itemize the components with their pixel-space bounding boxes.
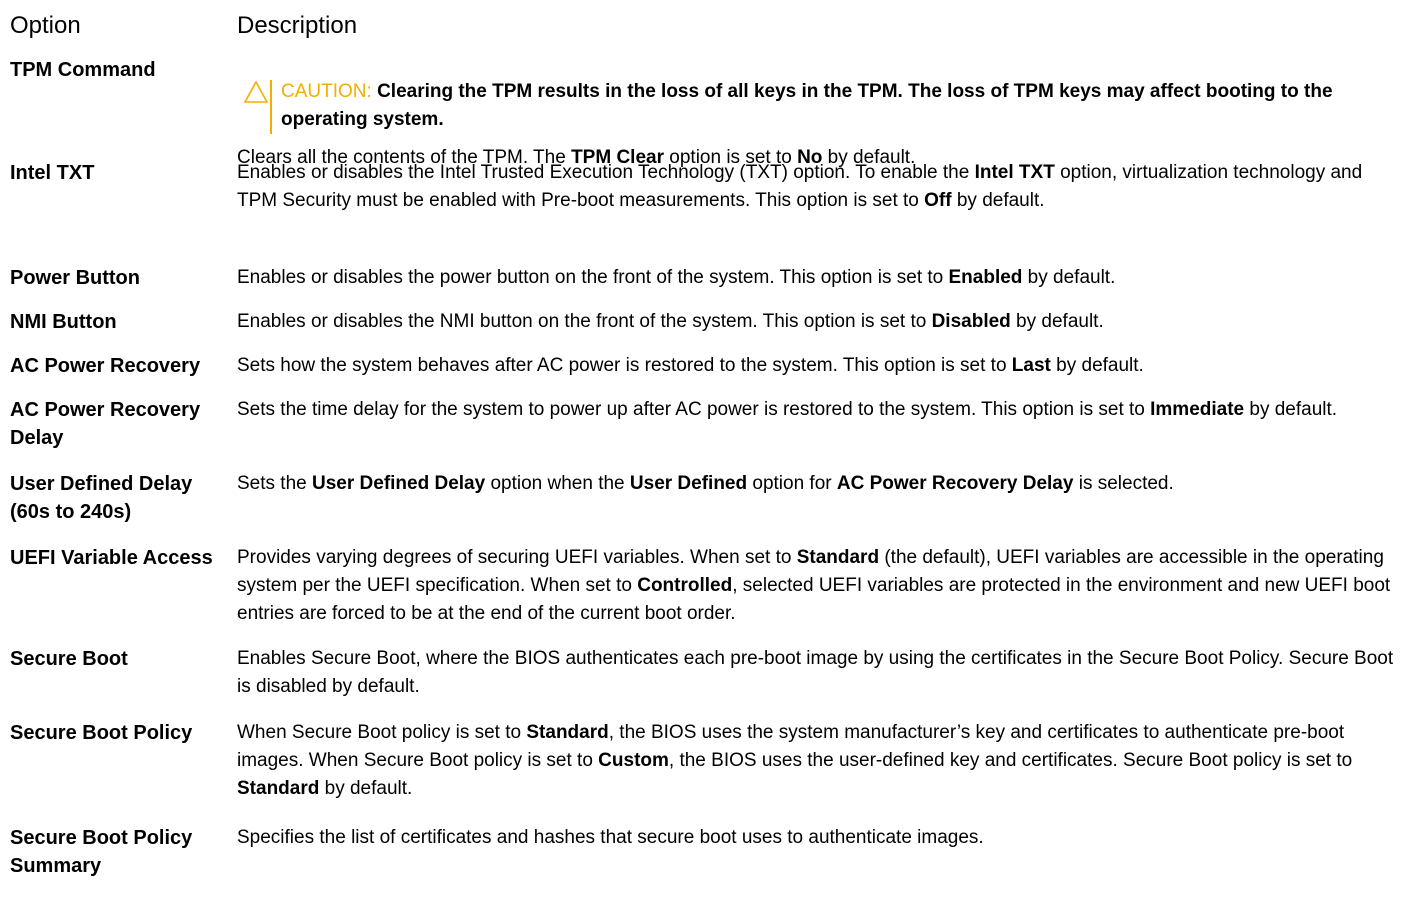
caution-note: CAUTION: Clearing the TPM results in the… — [237, 78, 1395, 134]
option-name: AC Power Recovery Delay — [10, 399, 201, 449]
option-name: TPM Command — [10, 59, 156, 81]
table-row-secure-boot: Secure Boot Enables Secure Boot, where t… — [10, 645, 1395, 719]
table-row-tpm-command: TPM Command CAUTION: Clearing the TPM re… — [10, 56, 1395, 168]
text-run: by default. — [1244, 399, 1338, 420]
bios-settings-page: Option Description TPM Command CAUTION: … — [0, 0, 1405, 911]
option-description: Provides varying degrees of securing UEF… — [237, 544, 1395, 628]
text-run: option for — [747, 473, 837, 494]
text-run: When Secure Boot policy is set to — [237, 722, 527, 743]
text-run: Sets the time delay for the system to po… — [237, 399, 1151, 420]
description-column-header: Description — [237, 12, 358, 39]
text-run: by default. — [319, 778, 413, 799]
option-description: When Secure Boot policy is set to Standa… — [237, 719, 1395, 803]
option-description: Sets how the system behaves after AC pow… — [237, 352, 1395, 380]
option-description: Sets the User Defined Delay option when … — [237, 470, 1395, 498]
table-row-ac-power-recovery: AC Power Recovery Sets how the system be… — [10, 352, 1395, 396]
text-run: option when the — [485, 473, 630, 494]
table-header: Option Description — [10, 8, 1395, 44]
bold-term: Controlled — [637, 575, 733, 596]
table-row-secure-boot-policy: Secure Boot Policy When Secure Boot poli… — [10, 719, 1395, 824]
caution-icon — [243, 80, 269, 103]
option-name: UEFI Variable Access — [10, 547, 213, 569]
option-name: Intel TXT — [10, 162, 95, 184]
bold-term: Off — [924, 190, 952, 211]
bold-term: User Defined Delay — [312, 473, 486, 494]
bold-term: Standard — [237, 778, 320, 799]
table-row-user-defined-delay: User Defined Delay (60s to 240s) Sets th… — [10, 470, 1395, 544]
option-name: Secure Boot Policy Summary — [10, 827, 193, 877]
table-row-power-button: Power Button Enables or disables the pow… — [10, 264, 1395, 308]
text-run: Specifies the list of certificates and h… — [237, 827, 984, 848]
caution-label: CAUTION: — [281, 81, 372, 102]
caution-text: Clearing the TPM results in the loss of … — [281, 81, 1333, 130]
text-run: Enables Secure Boot, where the BIOS auth… — [237, 648, 1394, 697]
text-run: Enables or disables the NMI button on th… — [237, 311, 932, 332]
table-row-nmi-button: NMI Button Enables or disables the NMI b… — [10, 308, 1395, 352]
table-row-secure-boot-policy-summary: Secure Boot Policy Summary Specifies the… — [10, 824, 1395, 884]
text-run: is selected. — [1073, 473, 1174, 494]
text-run: Sets how the system behaves after AC pow… — [237, 355, 1012, 376]
table-row-uefi-variable-access: UEFI Variable Access Provides varying de… — [10, 544, 1395, 645]
bold-term: Last — [1011, 355, 1051, 376]
option-name: NMI Button — [10, 311, 117, 333]
table-row-intel-txt: Intel TXT Enables or disables the Intel … — [10, 159, 1395, 264]
option-description: Specifies the list of certificates and h… — [237, 824, 1395, 852]
option-column-header: Option — [10, 12, 81, 39]
bold-term: Standard — [526, 722, 609, 743]
option-description: Enables or disables the power button on … — [237, 264, 1395, 292]
text-run: Provides varying degrees of securing UEF… — [237, 547, 797, 568]
option-name: Secure Boot Policy — [10, 722, 193, 744]
option-description: CAUTION: Clearing the TPM results in the… — [237, 56, 1395, 172]
option-description: Enables Secure Boot, where the BIOS auth… — [237, 645, 1395, 701]
bold-term: Intel TXT — [974, 162, 1055, 183]
bold-term: User Defined — [629, 473, 748, 494]
option-name: AC Power Recovery — [10, 355, 201, 377]
settings-table: TPM Command CAUTION: Clearing the TPM re… — [10, 56, 1395, 884]
caution-bar — [270, 80, 272, 134]
text-run: , the BIOS uses the user-defined key and… — [668, 750, 1353, 771]
text-run: by default. — [1022, 267, 1116, 288]
text-run: by default. — [1050, 355, 1144, 376]
text-run: Sets the — [237, 473, 312, 494]
text-run: Enables or disables the power button on … — [237, 267, 949, 288]
bold-term: Enabled — [948, 267, 1023, 288]
option-name: Power Button — [10, 267, 140, 289]
table-row-ac-power-recovery-delay: AC Power Recovery Delay Sets the time de… — [10, 396, 1395, 470]
bold-term: AC Power Recovery Delay — [836, 473, 1074, 494]
bold-term: Disabled — [931, 311, 1011, 332]
option-name: Secure Boot — [10, 648, 128, 670]
option-description: Sets the time delay for the system to po… — [237, 396, 1395, 424]
text-run: Enables or disables the Intel Trusted Ex… — [237, 162, 975, 183]
text-run: by default. — [951, 190, 1045, 211]
option-name: User Defined Delay (60s to 240s) — [10, 473, 193, 523]
option-description: Enables or disables the NMI button on th… — [237, 308, 1395, 336]
bold-term: Immediate — [1150, 399, 1245, 420]
option-description: Enables or disables the Intel Trusted Ex… — [237, 159, 1395, 215]
bold-term: Custom — [598, 750, 669, 771]
bold-term: Standard — [796, 547, 880, 568]
text-run: by default. — [1010, 311, 1104, 332]
